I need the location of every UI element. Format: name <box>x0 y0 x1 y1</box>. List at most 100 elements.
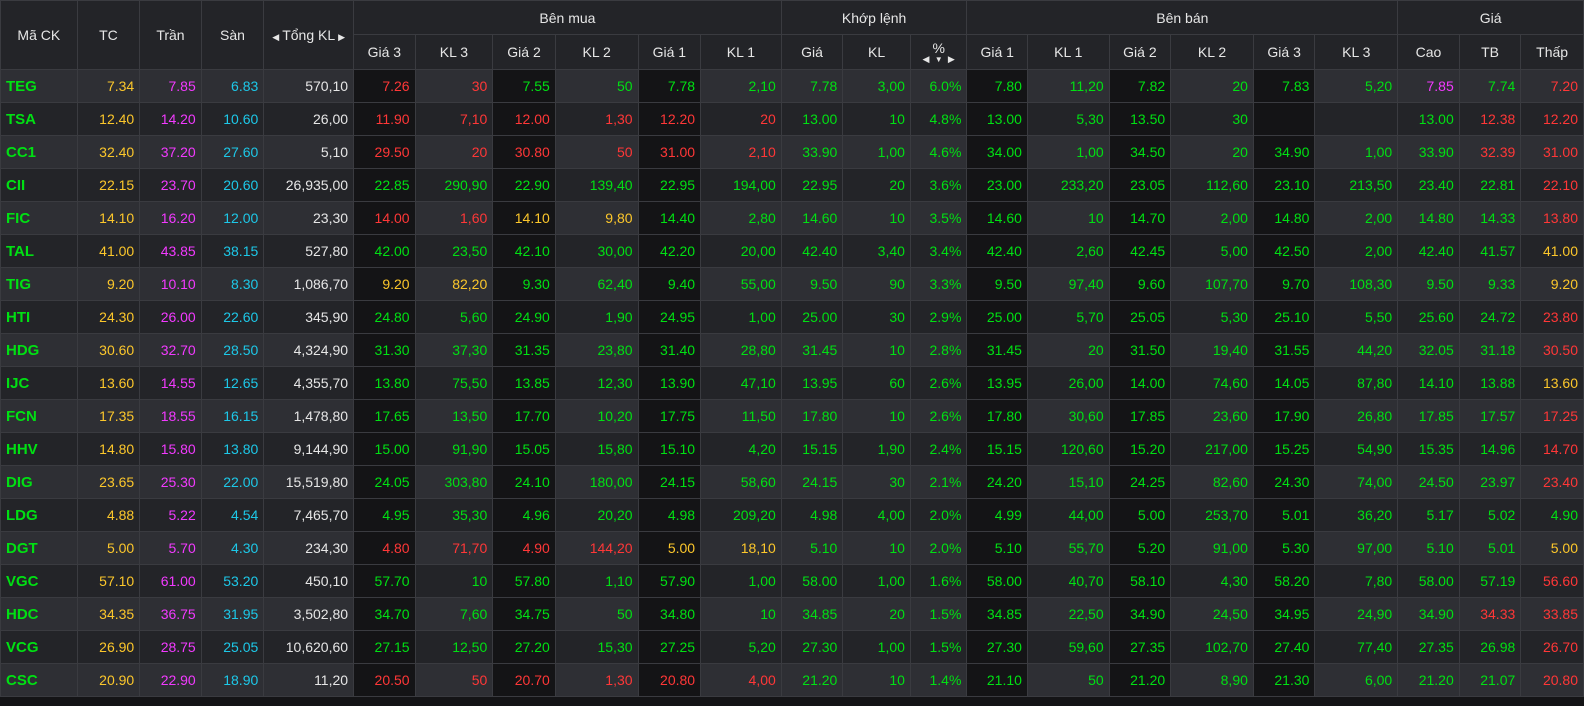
sell-volume-cell[interactable]: 5,20 <box>1314 69 1399 103</box>
buy-volume-cell[interactable]: 1,60 <box>414 201 494 235</box>
sell-price-cell[interactable]: 58.00 <box>966 564 1028 598</box>
sell-price-cell[interactable]: 23.00 <box>966 168 1028 202</box>
buy-price-cell[interactable]: 24.15 <box>637 465 702 499</box>
buy-volume-cell[interactable]: 1,00 <box>700 564 782 598</box>
buy-volume-cell[interactable]: 50 <box>554 69 639 103</box>
sell-price-cell[interactable]: 58.20 <box>1252 564 1316 598</box>
sell-price-cell[interactable]: 21.20 <box>1108 663 1172 697</box>
sell-price-cell[interactable]: 23.10 <box>1252 168 1316 202</box>
buy-price-cell[interactable]: 17.65 <box>353 399 416 433</box>
buy-volume-cell[interactable]: 209,20 <box>700 498 782 532</box>
sell-price-cell[interactable]: 14.00 <box>1108 366 1172 400</box>
buy-volume-cell[interactable]: 75,50 <box>414 366 494 400</box>
buy-price-cell[interactable]: 57.90 <box>637 564 702 598</box>
sell-price-cell[interactable]: 15.25 <box>1252 432 1316 466</box>
buy-price-cell[interactable]: 7.78 <box>637 69 702 103</box>
buy-price-cell[interactable]: 27.15 <box>353 630 416 664</box>
sell-price-cell[interactable]: 5.30 <box>1252 531 1316 565</box>
buy-price-cell[interactable]: 20.70 <box>492 663 556 697</box>
buy-price-cell[interactable]: 17.70 <box>492 399 556 433</box>
col-buy-5[interactable]: KL 1 <box>700 34 782 70</box>
buy-volume-cell[interactable]: 303,80 <box>414 465 494 499</box>
buy-volume-cell[interactable]: 20,00 <box>700 234 782 268</box>
symbol-cell[interactable]: VCG <box>0 630 78 664</box>
sell-volume-cell[interactable]: 24,50 <box>1170 597 1254 631</box>
sell-price-cell[interactable]: 21.30 <box>1252 663 1316 697</box>
sell-price-cell[interactable]: 15.20 <box>1108 432 1172 466</box>
buy-volume-cell[interactable]: 62,40 <box>554 267 639 301</box>
sell-price-cell[interactable]: 14.80 <box>1252 201 1316 235</box>
buy-volume-cell[interactable]: 28,80 <box>700 333 782 367</box>
sell-price-cell[interactable]: 21.10 <box>966 663 1028 697</box>
symbol-cell[interactable]: DIG <box>0 465 78 499</box>
buy-volume-cell[interactable]: 23,80 <box>554 333 639 367</box>
sell-price-cell[interactable]: 13.95 <box>966 366 1028 400</box>
sell-volume-cell[interactable]: 20 <box>1170 135 1254 169</box>
table-row[interactable]: HDG 30.60 32.70 28.50 4,324,90 31.30 37,30 31.3… <box>0 333 1584 367</box>
buy-price-cell[interactable]: 5.00 <box>637 531 702 565</box>
buy-volume-cell[interactable]: 15,30 <box>554 630 639 664</box>
buy-price-cell[interactable]: 12.20 <box>637 102 702 136</box>
buy-volume-cell[interactable]: 30,00 <box>554 234 639 268</box>
buy-volume-cell[interactable]: 5,20 <box>700 630 782 664</box>
sell-volume-cell[interactable]: 2,60 <box>1026 234 1110 268</box>
buy-price-cell[interactable]: 29.50 <box>353 135 416 169</box>
sell-volume-cell[interactable]: 97,00 <box>1314 531 1399 565</box>
sell-volume-cell[interactable]: 5,00 <box>1170 234 1254 268</box>
buy-volume-cell[interactable]: 1,00 <box>700 300 782 334</box>
table-row[interactable]: CC1 32.40 37.20 27.60 5,10 29.50 20 30.80 50 31.0… <box>0 135 1584 169</box>
sell-volume-cell[interactable]: 213,50 <box>1314 168 1399 202</box>
buy-volume-cell[interactable]: 1,30 <box>554 663 639 697</box>
sell-price-cell[interactable]: 23.05 <box>1108 168 1172 202</box>
sell-volume-cell[interactable]: 24,90 <box>1314 597 1399 631</box>
buy-volume-cell[interactable]: 194,00 <box>700 168 782 202</box>
sell-volume-cell[interactable]: 107,70 <box>1170 267 1254 301</box>
table-row[interactable]: TIG 9.20 10.10 8.30 1,086,70 9.20 82,20 9.30 62,… <box>0 267 1584 301</box>
sell-price-cell[interactable]: 13.50 <box>1108 102 1172 136</box>
sell-price-cell[interactable]: 31.55 <box>1252 333 1316 367</box>
buy-volume-cell[interactable]: 9,80 <box>554 201 639 235</box>
buy-volume-cell[interactable]: 20 <box>414 135 494 169</box>
buy-volume-cell[interactable]: 2,80 <box>700 201 782 235</box>
sell-volume-cell[interactable]: 2,00 <box>1314 201 1399 235</box>
buy-price-cell[interactable]: 4.90 <box>492 531 556 565</box>
buy-price-cell[interactable]: 13.80 <box>353 366 416 400</box>
sell-price-cell[interactable]: 7.83 <box>1252 69 1316 103</box>
sell-price-cell[interactable]: 34.85 <box>966 597 1028 631</box>
sell-price-cell[interactable]: 25.00 <box>966 300 1028 334</box>
sell-volume-cell[interactable]: 5,70 <box>1026 300 1110 334</box>
buy-volume-cell[interactable]: 91,90 <box>414 432 494 466</box>
sell-volume-cell[interactable]: 5,50 <box>1314 300 1399 334</box>
sell-price-cell[interactable]: 14.05 <box>1252 366 1316 400</box>
arrow-right-icon[interactable]: ▶ <box>338 32 345 43</box>
sell-volume-cell[interactable]: 4,30 <box>1170 564 1254 598</box>
buy-volume-cell[interactable]: 71,70 <box>414 531 494 565</box>
sell-volume-cell[interactable] <box>1314 102 1399 136</box>
col-match-volume[interactable]: KL <box>842 34 911 70</box>
symbol-cell[interactable]: TEG <box>0 69 78 103</box>
sell-volume-cell[interactable]: 20 <box>1026 333 1110 367</box>
buy-volume-cell[interactable]: 15,80 <box>554 432 639 466</box>
col-buy-4[interactable]: Giá 1 <box>637 34 702 70</box>
sell-volume-cell[interactable]: 233,20 <box>1026 168 1110 202</box>
sell-volume-cell[interactable]: 108,30 <box>1314 267 1399 301</box>
sell-volume-cell[interactable]: 19,40 <box>1170 333 1254 367</box>
buy-volume-cell[interactable]: 10 <box>414 564 494 598</box>
sell-volume-cell[interactable]: 20 <box>1170 69 1254 103</box>
sell-volume-cell[interactable]: 11,20 <box>1026 69 1110 103</box>
table-row[interactable]: CSC 20.90 22.90 18.90 11,20 20.50 50 20.70 1,30 2… <box>0 663 1584 697</box>
buy-price-cell[interactable]: 24.90 <box>492 300 556 334</box>
sell-price-cell[interactable]: 9.50 <box>966 267 1028 301</box>
buy-price-cell[interactable]: 4.95 <box>353 498 416 532</box>
buy-volume-cell[interactable]: 55,00 <box>700 267 782 301</box>
symbol-cell[interactable]: FIC <box>0 201 78 235</box>
col-sell-3[interactable]: KL 2 <box>1170 34 1254 70</box>
symbol-cell[interactable]: LDG <box>0 498 78 532</box>
sell-price-cell[interactable]: 17.85 <box>1108 399 1172 433</box>
table-row[interactable]: LDG 4.88 5.22 4.54 7,465,70 4.95 35,30 4.96 20,2… <box>0 498 1584 532</box>
buy-volume-cell[interactable]: 7,60 <box>414 597 494 631</box>
col-match-price[interactable]: Giá <box>780 34 844 70</box>
sell-volume-cell[interactable]: 40,70 <box>1026 564 1110 598</box>
sell-volume-cell[interactable]: 23,60 <box>1170 399 1254 433</box>
sell-volume-cell[interactable]: 22,50 <box>1026 597 1110 631</box>
